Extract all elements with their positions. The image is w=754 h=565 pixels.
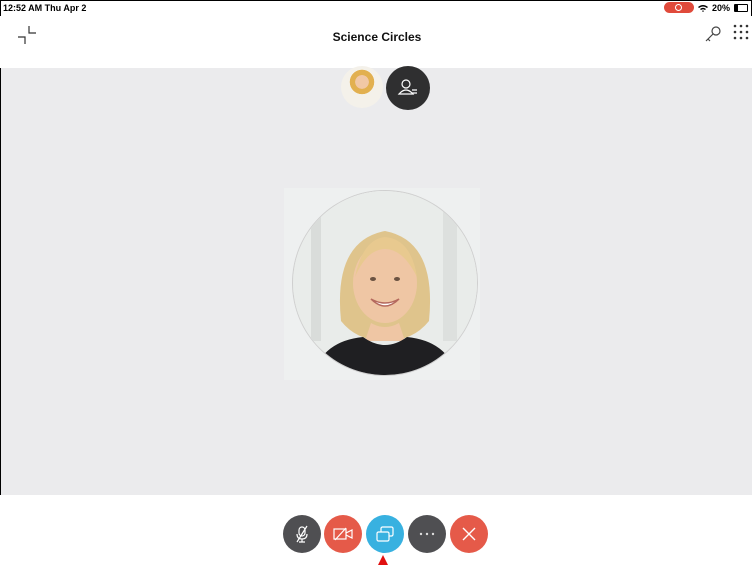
participant-thumbnail[interactable] (341, 66, 383, 108)
wifi-icon (697, 4, 708, 12)
grid-icon[interactable] (733, 24, 749, 40)
participant-list-icon[interactable] (386, 66, 430, 110)
share-screen-button[interactable] (366, 515, 404, 553)
mute-microphone-icon (296, 525, 308, 543)
key-icon[interactable] (704, 25, 722, 43)
battery-percent: 20% (711, 2, 730, 13)
status-bar: 12:52 AM Thu Apr 2 20% (0, 0, 754, 16)
battery-icon (734, 3, 748, 12)
speaker-avatar (293, 191, 477, 375)
end-call-icon (462, 527, 476, 541)
status-time: 12:52 AM Thu Apr 2 (3, 3, 87, 13)
pointer-arrow (378, 555, 388, 565)
meeting-title: Science Circles (332, 30, 422, 44)
record-icon (663, 2, 694, 13)
mute-button[interactable] (283, 515, 321, 553)
participant-list-glyph (397, 79, 417, 95)
share-screen-icon (376, 526, 394, 542)
more-options-icon (419, 532, 435, 536)
nav-bar: Science Circles (0, 16, 754, 68)
end-call-button[interactable] (450, 515, 488, 553)
video-button[interactable] (324, 515, 362, 553)
video-off-icon (333, 527, 353, 541)
status-right: 20% (663, 2, 748, 13)
more-options-button[interactable] (408, 515, 446, 553)
speaker-portrait (293, 191, 477, 375)
